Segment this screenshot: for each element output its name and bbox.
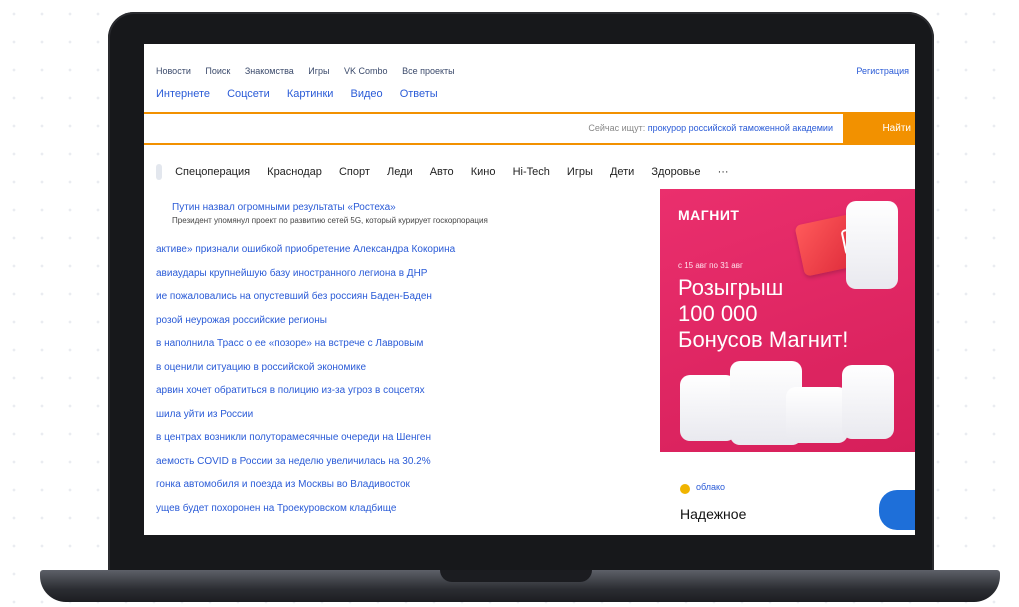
register-link[interactable]: Регистрация [856, 66, 909, 76]
laptop-mockup: Новости Поиск Знакомства Игры VK Combo В… [0, 0, 1019, 607]
news-item[interactable]: гонка автомобиля и поезда из Москвы во В… [156, 479, 656, 503]
category-sport[interactable]: Спорт [339, 166, 370, 178]
search-tab-answers[interactable]: Ответы [400, 88, 438, 100]
search-tab-video[interactable]: Видео [351, 88, 383, 100]
top-nav-item-search[interactable]: Поиск [205, 66, 230, 76]
category-kids[interactable]: Дети [610, 166, 634, 178]
magnit-ad-banner[interactable]: МАГНИТ с 15 авг по 31 авг Розыгрыш 100 0… [660, 189, 915, 452]
top-nav-item-news[interactable]: Новости [156, 66, 191, 76]
search-tabs: Интернете Соцсети Картинки Видео Ответы [156, 88, 452, 100]
category-health[interactable]: Здоровье [651, 166, 700, 178]
news-item[interactable]: ие пожаловались на опустевший без россия… [156, 291, 656, 315]
search-suggestion-link[interactable]: прокурор российской таможенной академии [648, 123, 833, 133]
category-games[interactable]: Игры [567, 166, 593, 178]
cloud-promo-card[interactable]: облако Надежное [660, 464, 915, 535]
search-tab-images[interactable]: Картинки [287, 88, 334, 100]
news-item[interactable]: в центрах возникли полуторамесячные очер… [156, 432, 656, 456]
top-nav-item-all-projects[interactable]: Все проекты [402, 66, 455, 76]
news-headline[interactable]: Путин назвал огромными результаты «Росте… [172, 202, 396, 213]
search-suggestion: Сейчас ищут: прокурор российской таможен… [588, 123, 833, 133]
category-operation[interactable]: Спецоперация [175, 166, 250, 178]
search-suggestion-label: Сейчас ищут: [588, 123, 646, 133]
news-headline-summary: Президент упомянул проект по развитию се… [172, 216, 488, 225]
news-item[interactable]: аемость COVID в России за неделю увеличи… [156, 456, 656, 480]
news-item[interactable]: в оценили ситуацию в российской экономик… [156, 362, 656, 386]
category-lady[interactable]: Леди [387, 166, 413, 178]
product-pack-image [846, 201, 898, 289]
top-nav-item-vk-combo[interactable]: VK Combo [344, 66, 388, 76]
category-kino[interactable]: Кино [471, 166, 496, 178]
news-item[interactable]: в наполнила Трасс о ее «позоре» на встре… [156, 338, 656, 362]
search-tab-social[interactable]: Соцсети [227, 88, 270, 100]
ad-title-line2: 100 000 [678, 301, 758, 326]
product-pack-image [842, 365, 894, 439]
ad-date: с 15 авг по 31 авг [678, 261, 743, 270]
cloud-promo-title: Надежное [680, 506, 747, 522]
news-item[interactable]: арвин хочет обратиться в полицию из-за у… [156, 385, 656, 409]
category-scroll-handle[interactable] [156, 164, 162, 180]
news-list: активе» признали ошибкой приобретение Ал… [156, 244, 656, 526]
laptop-notch [440, 570, 592, 582]
category-nav: Спецоперация Краснодар Спорт Леди Авто К… [156, 164, 743, 180]
browser-screen: Новости Поиск Знакомства Игры VK Combo В… [144, 44, 915, 535]
ad-title-line3: Бонусов Магнит! [678, 327, 849, 352]
category-krasnodar[interactable]: Краснодар [267, 166, 322, 178]
product-pack-image [786, 387, 848, 443]
cloud-illustration-icon [879, 490, 915, 530]
category-hitech[interactable]: Hi-Tech [513, 166, 550, 178]
category-auto[interactable]: Авто [430, 166, 454, 178]
cloud-icon [680, 484, 690, 494]
news-item[interactable]: шила уйти из России [156, 409, 656, 433]
ad-brand-logo: МАГНИТ [678, 207, 740, 223]
news-item[interactable]: активе» признали ошибкой приобретение Ал… [156, 244, 656, 268]
news-item[interactable]: ущев будет похоронен на Троекуровском кл… [156, 503, 656, 527]
product-pack-image [680, 375, 736, 441]
search-tab-internet[interactable]: Интернете [156, 88, 210, 100]
news-item[interactable]: розой неурожая российские регионы [156, 315, 656, 339]
cloud-promo-tag: облако [696, 482, 726, 492]
search-button[interactable]: Найти [843, 114, 915, 143]
top-nav-item-dating[interactable]: Знакомства [245, 66, 294, 76]
search-bar: Сейчас ищут: прокурор российской таможен… [144, 112, 915, 145]
news-item[interactable]: авиаудары крупнейшую базу иностранного л… [156, 268, 656, 292]
top-nav: Новости Поиск Знакомства Игры VK Combo В… [156, 66, 915, 80]
top-nav-item-games[interactable]: Игры [308, 66, 329, 76]
category-more[interactable]: ··· [718, 166, 729, 178]
ad-title-line1: Розыгрыш [678, 275, 784, 300]
